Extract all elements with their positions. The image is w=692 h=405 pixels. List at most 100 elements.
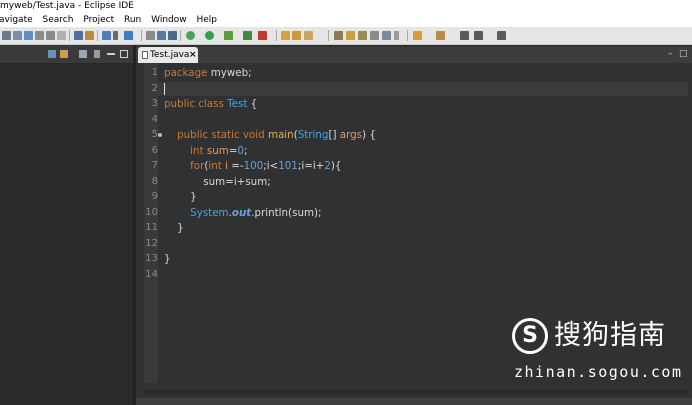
- minimize-icon[interactable]: [107, 53, 115, 55]
- server-icon[interactable]: [74, 31, 83, 40]
- line-number: 11: [145, 222, 158, 233]
- maximize-icon[interactable]: [120, 50, 128, 58]
- show-whitespace-icon[interactable]: [382, 31, 391, 40]
- code-token: package: [164, 67, 211, 79]
- save-icon[interactable]: [2, 31, 11, 40]
- new-icon[interactable]: [102, 31, 111, 40]
- code-line: public static void main(String[] args) {: [164, 128, 376, 142]
- code-token: int: [164, 144, 207, 157]
- run-icon[interactable]: [205, 31, 214, 40]
- toolbar-separator: [141, 30, 142, 41]
- forward-icon[interactable]: [497, 31, 506, 40]
- close-icon[interactable]: ×: [189, 47, 197, 63]
- code-token: ;i=i+: [297, 160, 325, 172]
- skip-breakpoints-icon[interactable]: [146, 31, 155, 40]
- code-token: =-: [227, 160, 244, 172]
- code-token: []: [328, 129, 340, 141]
- undo-icon[interactable]: [35, 31, 44, 40]
- line-number: 2: [151, 82, 158, 94]
- focus-icon[interactable]: [79, 50, 87, 58]
- line-number: 7: [151, 160, 158, 171]
- editor-tab-bar: Test.java × – □: [136, 47, 692, 63]
- text-caret: [164, 82, 165, 95]
- code-token: public static void: [164, 129, 268, 141]
- line-number-gutter: 1 2 3 4 5 6 7 8 9 10 11 12 13 14: [144, 63, 158, 383]
- code-line: }: [164, 190, 197, 204]
- coverage-icon[interactable]: [224, 31, 233, 40]
- web-browser-icon[interactable]: [124, 31, 133, 40]
- code-line: System.out.println(sum);: [164, 206, 321, 220]
- line-number: 6: [151, 144, 158, 156]
- window-title-bar: myweb/Test.java - Eclipse IDE: [0, 0, 692, 13]
- code-token: {: [247, 98, 258, 110]
- code-token: Test: [227, 98, 248, 110]
- code-line: }: [164, 221, 184, 235]
- new-package-icon[interactable]: [292, 31, 301, 40]
- new-java-project-icon[interactable]: [281, 31, 290, 40]
- toolbar-separator: [180, 30, 181, 41]
- code-token: ;: [244, 144, 248, 157]
- code-token: }: [164, 191, 197, 203]
- tab-test-java[interactable]: Test.java ×: [138, 47, 198, 63]
- horizontal-scrollbar[interactable]: [144, 390, 688, 394]
- code-line: }: [164, 252, 171, 266]
- minimize-icon[interactable]: –: [668, 49, 673, 59]
- link-editor-icon[interactable]: [60, 50, 68, 58]
- code-token: sum=i+sum;: [164, 175, 271, 188]
- window-title: myweb/Test.java - Eclipse IDE: [0, 1, 134, 11]
- current-line-highlight: [158, 81, 688, 96]
- external-run-icon[interactable]: [258, 31, 267, 40]
- line-number: 14: [145, 268, 158, 280]
- debug-icon[interactable]: [157, 31, 166, 40]
- refresh-icon[interactable]: [24, 31, 33, 40]
- code-token: ;i<: [263, 160, 279, 172]
- collapse-all-icon[interactable]: [48, 50, 56, 58]
- code-token: sum: [206, 144, 229, 157]
- code-token: ){: [330, 160, 342, 172]
- code-token: 101: [278, 160, 298, 172]
- dropdown-icon[interactable]: [113, 31, 118, 40]
- debug-dropdown-icon[interactable]: [168, 31, 177, 40]
- new-class-icon[interactable]: [304, 31, 313, 40]
- menu-search[interactable]: Search: [43, 13, 74, 27]
- maximize-icon[interactable]: □: [679, 49, 688, 59]
- menu-project[interactable]: Project: [83, 13, 114, 27]
- fold-marker-icon[interactable]: [158, 133, 162, 137]
- line-number: 13: [145, 253, 158, 264]
- code-line: int sum=0;: [164, 144, 248, 158]
- code-line: public class Test {: [164, 97, 257, 111]
- package-explorer-panel: [0, 45, 133, 405]
- line-number: 4: [151, 113, 158, 125]
- block-selection-icon[interactable]: [394, 31, 399, 40]
- toggle-mark-icon[interactable]: [358, 31, 367, 40]
- code-line: for(int i =-100;i<101;i=i+2){: [164, 159, 341, 173]
- debug-run-icon[interactable]: [186, 31, 195, 40]
- panel-header: [0, 45, 133, 64]
- toolbar-separator: [276, 30, 277, 41]
- server-start-icon[interactable]: [85, 31, 94, 40]
- save-all-icon[interactable]: [13, 31, 22, 40]
- search-icon[interactable]: [346, 31, 355, 40]
- code-token: .println(sum);: [251, 206, 322, 219]
- code-token: ) {: [362, 129, 376, 141]
- last-edit-icon[interactable]: [460, 31, 469, 40]
- code-token: args: [339, 129, 363, 141]
- toolbar-separator: [97, 30, 98, 41]
- menu-help[interactable]: Help: [197, 13, 218, 27]
- tab-label: Test.java: [150, 50, 190, 60]
- next-annotation-icon[interactable]: [413, 31, 422, 40]
- redo-icon[interactable]: [46, 31, 55, 40]
- back-icon[interactable]: [474, 31, 483, 40]
- code-token: for: [164, 160, 205, 172]
- watermark-text: 搜狗指南: [554, 320, 666, 351]
- menu-run[interactable]: Run: [124, 13, 141, 27]
- menu-window[interactable]: Window: [151, 13, 187, 27]
- external-tools-icon[interactable]: [243, 31, 252, 40]
- open-task-icon[interactable]: [370, 31, 379, 40]
- properties-icon[interactable]: [57, 31, 66, 40]
- open-type-icon[interactable]: [334, 31, 343, 40]
- prev-annotation-icon[interactable]: [436, 31, 445, 40]
- code-token: out: [231, 206, 252, 219]
- menu-navigate[interactable]: avigate: [0, 13, 33, 27]
- view-menu-icon[interactable]: [94, 50, 100, 58]
